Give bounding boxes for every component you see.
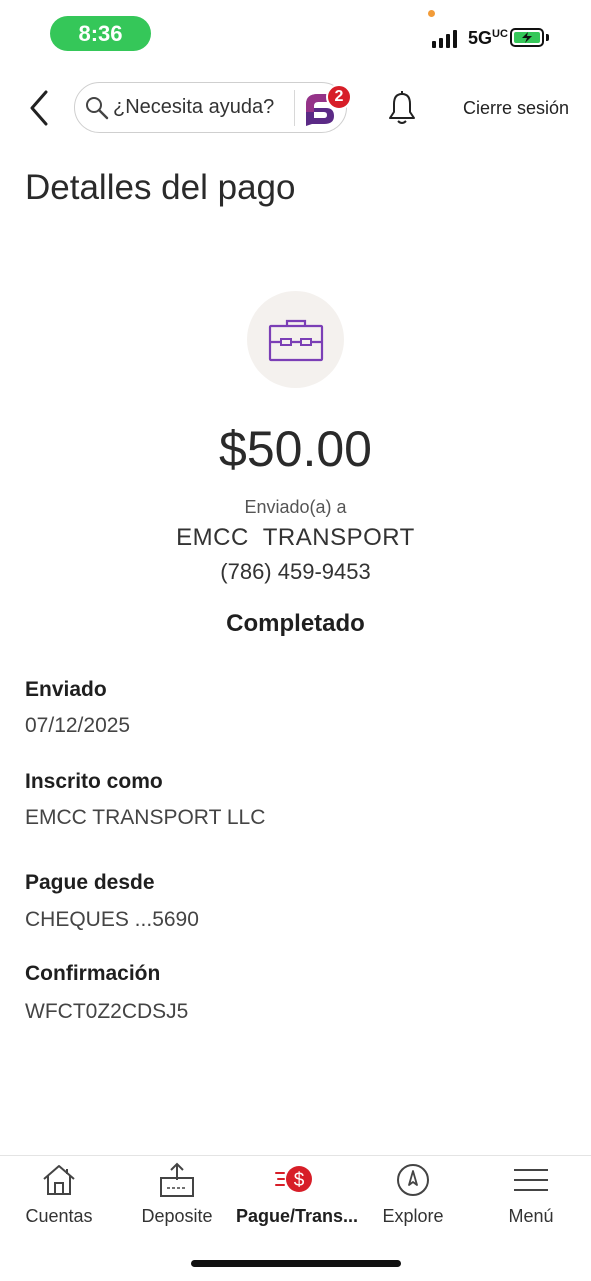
network-label: 5GUC [468, 28, 508, 48]
svg-text:$: $ [294, 1170, 305, 1191]
chevron-left-icon [30, 90, 48, 126]
payee-avatar [247, 291, 344, 388]
notification-count-badge: 2 [326, 84, 352, 110]
menu-icon [514, 1169, 548, 1191]
signal-icon [432, 30, 457, 48]
privacy-indicator-dot [428, 10, 435, 17]
nav-label-menu: Menú [508, 1206, 554, 1226]
detail-value-confirmation: WFCT0Z2CDSJ5 [25, 1000, 189, 1023]
detail-label-pay-from: Pague desde [25, 871, 155, 894]
nav-label-explore: Explore [382, 1206, 444, 1226]
detail-label-confirmation: Confirmación [25, 962, 161, 985]
detail-value-sent: 07/12/2025 [25, 714, 131, 737]
search-icon [86, 97, 109, 120]
pay-transfer-icon: $ [275, 1166, 312, 1192]
detail-label-sent: Enviado [25, 678, 107, 701]
detail-label-enrolled-as: Inscrito como [25, 770, 163, 793]
compass-icon [397, 1164, 429, 1196]
logout-link[interactable]: Cierre sesión [463, 98, 569, 119]
detail-value-enrolled-as: EMCC TRANSPORT LLC [25, 806, 266, 829]
payee-phone: (786) 459-9453 [220, 559, 371, 584]
detail-value-pay-from: CHEQUES ...5690 [25, 908, 199, 931]
nav-label-deposit: Deposite [141, 1206, 213, 1226]
page-title: Detalles del pago [25, 168, 296, 207]
bell-icon[interactable] [386, 90, 418, 126]
search-placeholder[interactable]: ¿Necesita ayuda? [113, 96, 274, 119]
nav-item-deposit[interactable]: Deposite [118, 1160, 236, 1227]
briefcase-icon [268, 319, 323, 361]
battery-tip [546, 34, 549, 41]
home-icon [43, 1165, 75, 1195]
sent-to-label: Enviado(a) a [244, 497, 347, 517]
battery-icon [510, 28, 544, 47]
nav-item-menu[interactable]: Menú [472, 1160, 590, 1227]
back-button[interactable] [24, 88, 54, 128]
search-divider [294, 90, 295, 126]
nav-item-pay-transfer[interactable]: $ Pague/Trans... [236, 1160, 359, 1227]
deposit-icon [160, 1162, 194, 1197]
payment-status: Completado [226, 610, 365, 637]
payee-name: EMCC TRANSPORT [176, 524, 415, 551]
payment-amount: $50.00 [219, 421, 372, 477]
nav-item-explore[interactable]: Explore [354, 1160, 472, 1227]
home-indicator [191, 1260, 401, 1267]
nav-label-pay-transfer: Pague/Trans... [236, 1206, 359, 1226]
status-time: 8:36 [50, 16, 151, 51]
nav-item-accounts[interactable]: Cuentas [0, 1160, 118, 1227]
nav-label-accounts: Cuentas [25, 1206, 93, 1226]
